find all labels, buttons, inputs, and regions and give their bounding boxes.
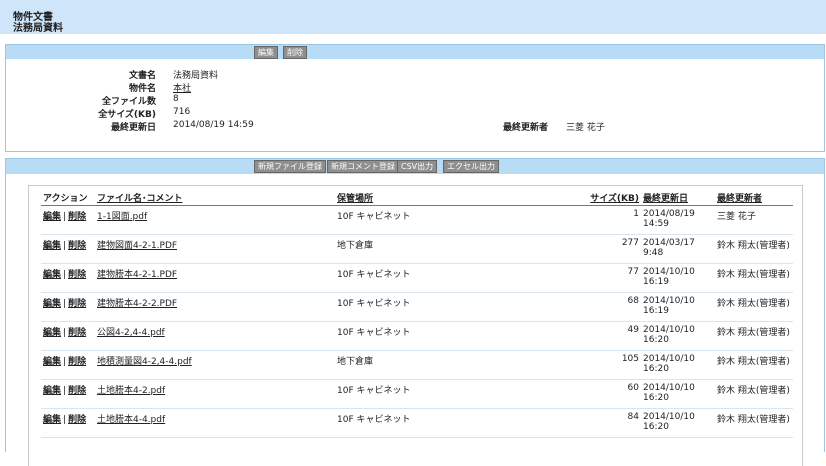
file-link[interactable]: 建物謄本4-2-2.PDF: [97, 299, 177, 309]
document-detail-panel: 編集 削除 文書名 法務局資料 物件名 本社 全ファイル数 8 全サイズ(KB)…: [5, 44, 825, 152]
table-row: 編集 | 削除 1-1図面.pdf 10F キャビネット 1 2014/08/19 …: [41, 205, 793, 235]
row-edit-link[interactable]: 編集: [43, 212, 61, 222]
updater-cell: 鈴木 翔太(管理者): [715, 263, 793, 293]
file-table-container: アクション ファイル名･コメント 保管場所 サイズ(KB) 最終更新日 最終更新…: [28, 185, 803, 466]
table-row: 編集 | 削除 建物図面4-2-1.PDF 地下倉庫 277 2014/03/17 …: [41, 234, 793, 264]
location-cell: 10F キャビネット: [335, 321, 575, 351]
updated-cell: 2014/10/10 16:20: [641, 350, 715, 380]
row-delete-link[interactable]: 削除: [68, 415, 86, 425]
table-row: 編集 | 削除 土地謄本4-2.pdf 10F キャビネット 60 2014/10/…: [41, 379, 793, 409]
updated-cell: 2014/10/10 16:20: [641, 379, 715, 409]
size-cell: 105: [575, 350, 641, 380]
row-delete-link[interactable]: 削除: [68, 241, 86, 251]
file-table: アクション ファイル名･コメント 保管場所 サイズ(KB) 最終更新日 最終更新…: [41, 190, 793, 438]
header-updated[interactable]: 最終更新日: [641, 190, 715, 206]
updater-cell: 鈴木 翔太(管理者): [715, 350, 793, 380]
file-link[interactable]: 建物謄本4-2-1.PDF: [97, 270, 177, 280]
row-delete-link[interactable]: 削除: [68, 299, 86, 309]
row-delete-link[interactable]: 削除: [68, 386, 86, 396]
row-edit-link[interactable]: 編集: [43, 357, 61, 367]
header-location[interactable]: 保管場所: [335, 190, 575, 206]
property-link[interactable]: 本社: [173, 81, 191, 94]
file-link[interactable]: 土地謄本4-4.pdf: [97, 415, 165, 425]
file-toolbar: 新規ファイル登録 新規コメント登録 CSV出力 エクセル出力: [6, 159, 824, 174]
size-cell: 77: [575, 263, 641, 293]
updater-label: 最終更新者: [502, 123, 548, 133]
row-delete-link[interactable]: 削除: [68, 270, 86, 280]
file-link[interactable]: 公図4-2,4-4.pdf: [97, 328, 165, 338]
property-label: 物件名: [128, 84, 156, 94]
header-updater[interactable]: 最終更新者: [715, 190, 793, 206]
updated-cell: 2014/10/10 16:20: [641, 321, 715, 351]
table-row: 編集 | 削除 公図4-2,4-4.pdf 10F キャビネット 49 2014/1…: [41, 321, 793, 351]
location-cell: 地下倉庫: [335, 350, 575, 380]
file-link[interactable]: 1-1図面.pdf: [97, 212, 147, 222]
row-edit-link[interactable]: 編集: [43, 386, 61, 396]
updated-value: 2014/08/19 14:59: [173, 120, 254, 130]
updater-cell: 鈴木 翔太(管理者): [715, 292, 793, 322]
updated-cell: 2014/10/10 16:19: [641, 292, 715, 322]
page-title: 法務局資料: [13, 23, 63, 34]
table-header-row: アクション ファイル名･コメント 保管場所 サイズ(KB) 最終更新日 最終更新…: [41, 190, 793, 206]
table-row: 編集 | 削除 建物謄本4-2-1.PDF 10F キャビネット 77 2014/1…: [41, 263, 793, 293]
size-label: 全サイズ(KB): [98, 110, 156, 120]
size-cell: 277: [575, 234, 641, 264]
size-cell: 1: [575, 205, 641, 235]
file-count-label: 全ファイル数: [101, 97, 156, 107]
location-cell: 10F キャビネット: [335, 379, 575, 409]
updated-label: 最終更新日: [110, 123, 156, 133]
row-edit-link[interactable]: 編集: [43, 270, 61, 280]
size-cell: 60: [575, 379, 641, 409]
header-action: アクション: [41, 190, 95, 206]
updater-cell: 鈴木 翔太(管理者): [715, 321, 793, 351]
size-cell: 49: [575, 321, 641, 351]
size-cell: 84: [575, 408, 641, 438]
row-edit-link[interactable]: 編集: [43, 328, 61, 338]
updater-cell: 鈴木 翔太(管理者): [715, 408, 793, 438]
file-link[interactable]: 建物図面4-2-1.PDF: [97, 241, 177, 251]
edit-button[interactable]: 編集: [254, 46, 278, 59]
size-cell: 68: [575, 292, 641, 322]
row-edit-link[interactable]: 編集: [43, 241, 61, 251]
doc-name-value: 法務局資料: [173, 71, 219, 81]
page-header: 物件文書 法務局資料: [0, 0, 826, 34]
location-cell: 地下倉庫: [335, 234, 575, 264]
detail-toolbar: 編集 削除: [6, 45, 824, 59]
location-cell: 10F キャビネット: [335, 263, 575, 293]
table-row: 編集 | 削除 土地謄本4-4.pdf 10F キャビネット 84 2014/10/…: [41, 408, 793, 438]
table-row: 編集 | 削除 地積測量図4-2,4-4.pdf 地下倉庫 105 2014/10/…: [41, 350, 793, 380]
file-link[interactable]: 地積測量図4-2,4-4.pdf: [97, 357, 192, 367]
updater-cell: 鈴木 翔太(管理者): [715, 234, 793, 264]
row-delete-link[interactable]: 削除: [68, 357, 86, 367]
file-link[interactable]: 土地謄本4-2.pdf: [97, 386, 165, 396]
doc-name-label: 文書名: [128, 71, 156, 81]
row-delete-link[interactable]: 削除: [68, 328, 86, 338]
excel-export-button[interactable]: エクセル出力: [443, 160, 499, 173]
file-count-value: 8: [173, 94, 179, 104]
table-row: 編集 | 削除 建物謄本4-2-2.PDF 10F キャビネット 68 2014/1…: [41, 292, 793, 322]
updated-cell: 2014/03/17 9:48: [641, 234, 715, 264]
updated-cell: 2014/08/19 14:59: [641, 205, 715, 235]
file-list-panel: 新規ファイル登録 新規コメント登録 CSV出力 エクセル出力 アクション ファイ…: [5, 158, 825, 466]
csv-export-button[interactable]: CSV出力: [397, 160, 438, 173]
delete-button[interactable]: 削除: [283, 46, 307, 59]
row-delete-link[interactable]: 削除: [68, 212, 86, 222]
header-file[interactable]: ファイル名･コメント: [95, 190, 335, 206]
location-cell: 10F キャビネット: [335, 408, 575, 438]
location-cell: 10F キャビネット: [335, 205, 575, 235]
updated-cell: 2014/10/10 16:19: [641, 263, 715, 293]
file-table-body: 編集 | 削除 1-1図面.pdf 10F キャビネット 1 2014/08/19 …: [41, 205, 793, 438]
size-value: 716: [173, 107, 191, 117]
updated-cell: 2014/10/10 16:20: [641, 408, 715, 438]
row-edit-link[interactable]: 編集: [43, 299, 61, 309]
updater-cell: 三菱 花子: [715, 205, 793, 235]
header-size[interactable]: サイズ(KB): [575, 190, 641, 206]
updater-cell: 鈴木 翔太(管理者): [715, 379, 793, 409]
new-comment-button[interactable]: 新規コメント登録: [327, 160, 399, 173]
row-edit-link[interactable]: 編集: [43, 415, 61, 425]
updater-value: 三菱 花子: [566, 123, 605, 133]
new-file-button[interactable]: 新規ファイル登録: [254, 160, 326, 173]
location-cell: 10F キャビネット: [335, 292, 575, 322]
